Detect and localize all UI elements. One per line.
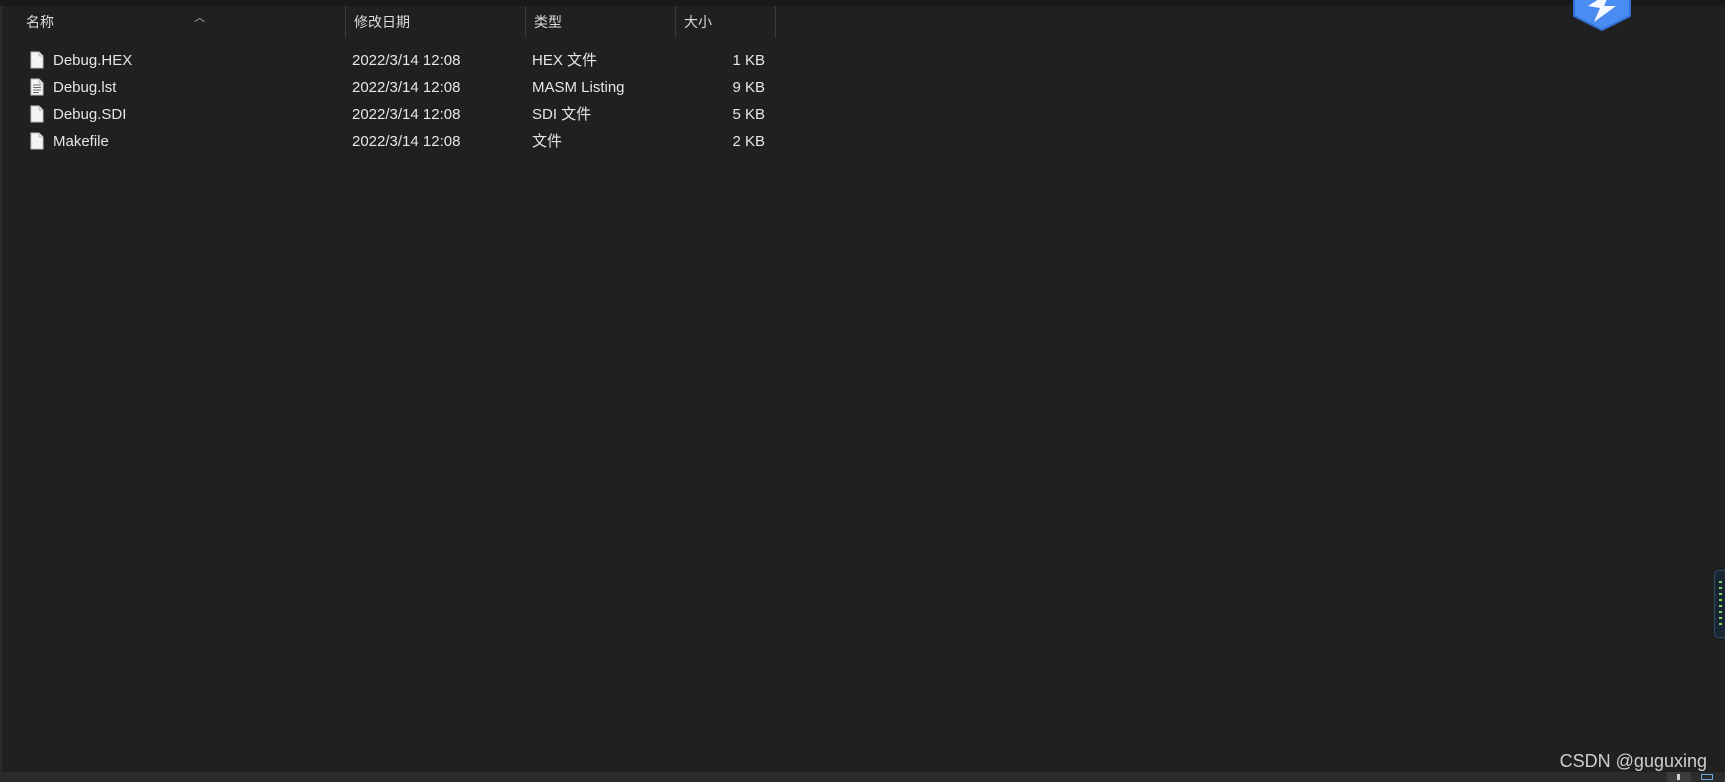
column-header: 名称 ︿ 修改日期 类型 大小 bbox=[0, 6, 780, 38]
file-size: 2 KB bbox=[732, 133, 765, 150]
column-header-date-label: 修改日期 bbox=[354, 14, 410, 30]
file-row[interactable]: Debug.SDI 2022/3/14 12:08 SDI 文件 5 KB bbox=[0, 101, 780, 128]
sort-ascending-icon: ︿ bbox=[194, 12, 205, 24]
text-file-icon bbox=[30, 78, 44, 96]
column-header-size[interactable]: 大小 bbox=[675, 6, 776, 38]
file-name: Debug.SDI bbox=[53, 106, 127, 123]
file-name: Debug.lst bbox=[53, 79, 117, 96]
file-type: SDI 文件 bbox=[532, 106, 592, 123]
file-size: 5 KB bbox=[732, 106, 765, 123]
file-row[interactable]: Makefile 2022/3/14 12:08 文件 2 KB bbox=[0, 128, 780, 155]
file-name: Debug.HEX bbox=[53, 52, 133, 69]
file-date: 2022/3/14 12:08 bbox=[352, 52, 461, 69]
file-row[interactable]: Debug.lst 2022/3/14 12:08 MASM Listing 9… bbox=[0, 74, 780, 101]
watermark: CSDN @guguxing bbox=[1559, 751, 1707, 771]
file-size: 9 KB bbox=[732, 79, 765, 96]
floating-app-icon[interactable] bbox=[1570, 0, 1634, 32]
file-name: Makefile bbox=[53, 133, 109, 150]
file-icon bbox=[30, 105, 44, 123]
side-level-meter bbox=[1714, 570, 1725, 638]
file-size: 1 KB bbox=[732, 52, 765, 69]
column-header-type-label: 类型 bbox=[534, 14, 562, 30]
column-header-size-label: 大小 bbox=[684, 14, 712, 30]
details-view-icon[interactable] bbox=[1667, 772, 1691, 782]
file-icon bbox=[30, 132, 44, 150]
file-date: 2022/3/14 12:08 bbox=[352, 133, 461, 150]
column-header-name-label: 名称 bbox=[26, 14, 54, 30]
column-header-date[interactable]: 修改日期 bbox=[345, 6, 525, 38]
file-type: HEX 文件 bbox=[532, 52, 598, 69]
file-icon bbox=[30, 51, 44, 69]
large-icons-view-icon[interactable] bbox=[1695, 772, 1719, 782]
file-type: MASM Listing bbox=[532, 79, 625, 96]
column-header-type[interactable]: 类型 bbox=[525, 6, 675, 38]
status-bar bbox=[0, 772, 1725, 782]
file-type: 文件 bbox=[532, 133, 563, 150]
file-date: 2022/3/14 12:08 bbox=[352, 106, 461, 123]
file-row[interactable]: Debug.HEX 2022/3/14 12:08 HEX 文件 1 KB bbox=[0, 47, 780, 74]
file-date: 2022/3/14 12:08 bbox=[352, 79, 461, 96]
column-header-name[interactable]: 名称 ︿ bbox=[18, 6, 345, 38]
